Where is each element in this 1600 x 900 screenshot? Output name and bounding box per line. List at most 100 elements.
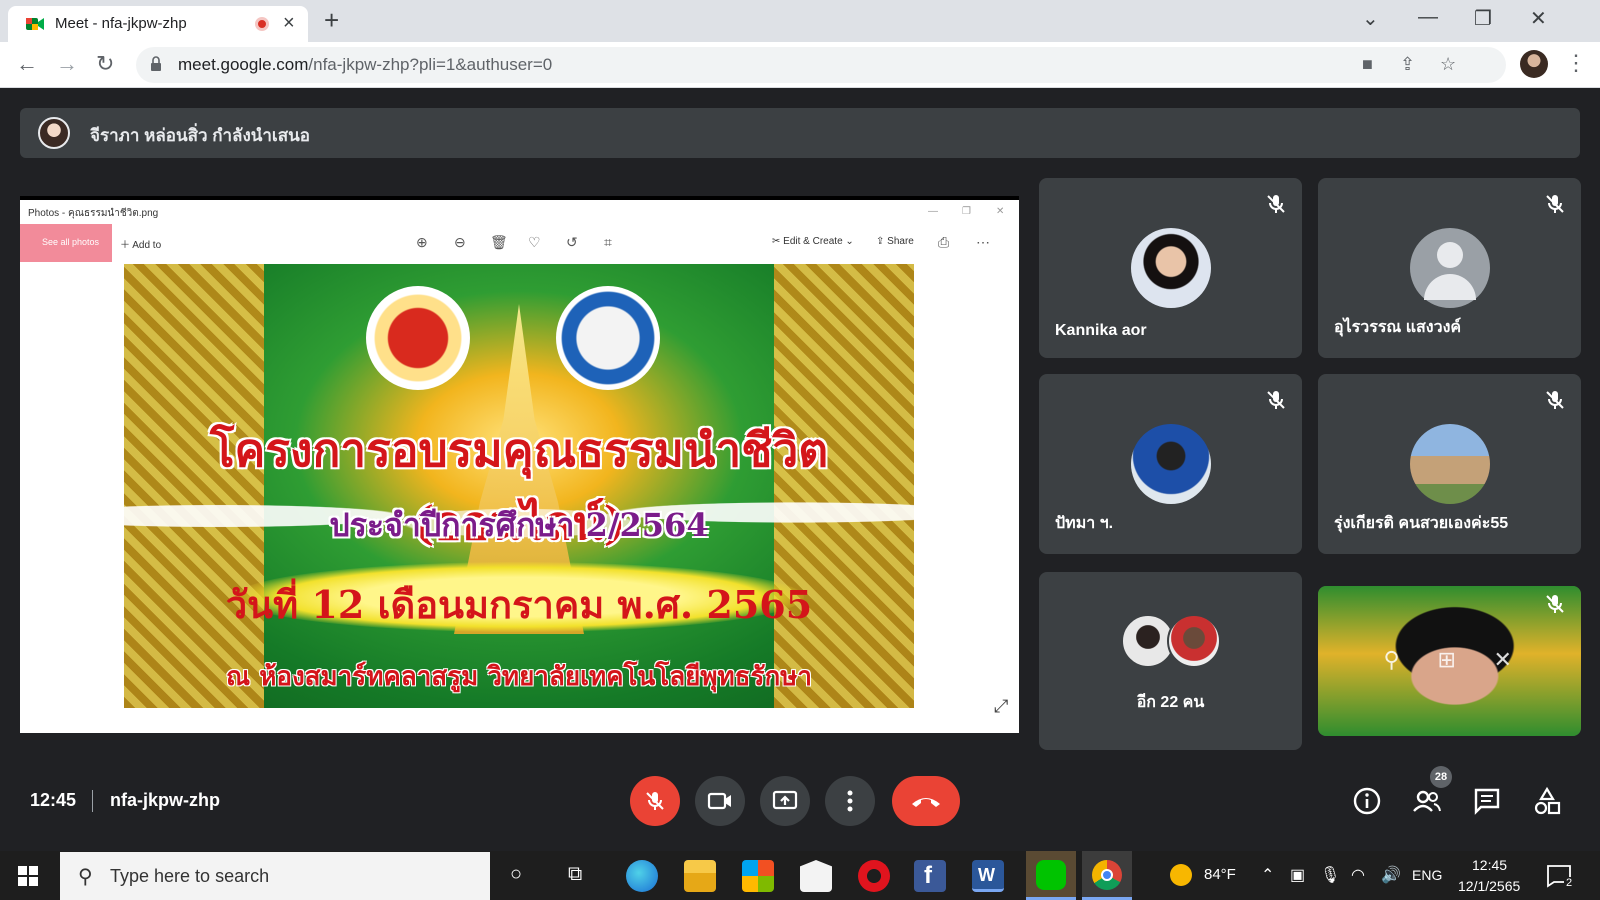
mail-icon[interactable]: [800, 860, 832, 892]
participant-tile[interactable]: ปัทมา ฯ.: [1039, 374, 1302, 554]
reload-button[interactable]: ↻: [96, 51, 114, 77]
meeting-code: nfa-jkpw-zhp: [110, 790, 220, 810]
volume-icon[interactable]: 🔊: [1381, 865, 1401, 885]
share-page-icon[interactable]: ⇪: [1400, 54, 1415, 75]
future-thai-professional-logo: [366, 286, 470, 390]
clock-time[interactable]: 12:45: [1472, 857, 1507, 873]
participant-tile[interactable]: Kannika aor: [1039, 178, 1302, 358]
show-hidden-icons-chevron-icon[interactable]: ⌃: [1261, 865, 1274, 885]
forward-button[interactable]: →: [56, 51, 78, 77]
more-options-button[interactable]: [825, 776, 875, 826]
task-view-icon[interactable]: ⧉: [568, 863, 582, 886]
event-banner-image: โครงการอบรมคุณธรรมนำชีวิต (ออนไลน์) ประจ…: [124, 264, 914, 708]
mic-toggle-button[interactable]: [630, 776, 680, 826]
mic-off-icon: [1546, 391, 1564, 409]
tab-title: Meet - nfa-jkpw-zhp: [55, 15, 187, 32]
video-camera-icon: [707, 792, 731, 810]
wifi-icon[interactable]: ◠: [1351, 865, 1365, 885]
layout-tile-icon[interactable]: ⊞: [1438, 647, 1456, 673]
crop-icon: ⌗: [604, 234, 612, 250]
device-icon[interactable]: ▣: [1290, 865, 1305, 885]
favorite-heart-icon: ♡: [528, 234, 541, 250]
chrome-app-button[interactable]: [1082, 851, 1132, 900]
back-button[interactable]: ←: [16, 51, 38, 77]
see-all-photos-button: See all photos: [20, 224, 112, 262]
tab-search-chevron-icon[interactable]: ⌄: [1362, 6, 1379, 31]
camera-toggle-button[interactable]: [695, 776, 745, 826]
participant-name: ปัทมา ฯ.: [1055, 515, 1114, 532]
more-participants-label: อีก 22 คน: [1136, 694, 1205, 711]
present-screen-icon: [772, 790, 798, 810]
profile-avatar[interactable]: [1520, 50, 1548, 78]
pin-icon[interactable]: ⚲: [1384, 647, 1400, 673]
divider: [92, 790, 93, 812]
photos-restore-icon: ❐: [962, 206, 971, 217]
restore-button[interactable]: ❐: [1474, 6, 1492, 31]
remove-tile-icon[interactable]: ✕: [1494, 647, 1512, 673]
weather-temperature[interactable]: 84°F: [1204, 866, 1236, 883]
photos-minimize-icon: —: [928, 206, 938, 217]
url-text: meet.google.com/nfa-jkpw-zhp?pli=1&authu…: [178, 55, 553, 74]
people-icon[interactable]: [1412, 786, 1442, 816]
browser-tab-meet[interactable]: Meet - nfa-jkpw-zhp ×: [8, 6, 308, 42]
weather-sun-icon[interactable]: [1170, 864, 1192, 886]
clock-date[interactable]: 12/1/2565: [1458, 878, 1520, 894]
cortana-icon[interactable]: ○: [510, 863, 522, 886]
photos-close-icon: ✕: [996, 206, 1005, 217]
chat-icon[interactable]: [1472, 786, 1502, 816]
opera-icon[interactable]: [858, 860, 890, 892]
new-tab-button[interactable]: +: [324, 5, 339, 36]
banner-date: วันที่ 12 เดือนมกราคม พ.ศ. 2565: [225, 582, 813, 627]
word-icon[interactable]: W: [972, 860, 1004, 892]
edge-icon[interactable]: [626, 860, 658, 892]
file-explorer-icon[interactable]: [684, 860, 716, 892]
mic-off-icon: [1267, 391, 1285, 409]
meeting-details-info-icon[interactable]: [1352, 786, 1382, 816]
leave-call-button[interactable]: [892, 776, 960, 826]
bookmark-star-icon[interactable]: ☆: [1440, 54, 1456, 75]
windows-start-icon[interactable]: [18, 866, 38, 886]
activities-icon[interactable]: [1532, 786, 1562, 816]
more-participants-tile[interactable]: อีก 22 คน: [1039, 572, 1302, 750]
input-language[interactable]: ENG: [1412, 867, 1442, 883]
lock-icon: [151, 56, 161, 71]
rotate-icon: ↺: [566, 234, 578, 250]
presenting-text: จีราภา หล่อนสิ่ว กำลังนำเสนอ: [90, 126, 310, 145]
avatar: [1167, 614, 1221, 668]
windows-taskbar: ⚲ Type here to search ○ ⧉ f W 84°F ⌃ ▣ 🎙…: [0, 851, 1600, 900]
avatar: [1130, 228, 1211, 308]
participant-tile[interactable]: รุ่งเกียรติ คนสวยเองค่ะ55: [1318, 374, 1581, 554]
browser-toolbar: ← → ↻ meet.google.com/nfa-jkpw-zhp?pli=1…: [0, 42, 1600, 88]
browser-menu-icon[interactable]: ⋮: [1565, 50, 1587, 76]
camera-in-use-icon[interactable]: ■: [1362, 54, 1373, 75]
presenting-banner: จีราภา หล่อนสิ่ว กำลังนำเสนอ: [20, 108, 1580, 158]
add-to-button: ＋ Add to: [120, 240, 162, 251]
close-tab-icon[interactable]: ×: [283, 12, 295, 35]
line-app-button[interactable]: [1026, 851, 1076, 900]
minimize-button[interactable]: —: [1418, 6, 1438, 29]
mic-off-icon: [1267, 195, 1285, 213]
shared-screen: Photos - คุณธรรมนำชีวิต.png — ❐ ✕ See al…: [20, 196, 1019, 733]
more-options-icon: ⋯: [976, 234, 990, 250]
line-icon: [1036, 860, 1066, 890]
meet-favicon-icon: [26, 18, 44, 30]
expand-icon: ⤢: [994, 696, 1009, 716]
taskbar-search-input[interactable]: ⚲ Type here to search: [60, 852, 490, 900]
banner-place: ณ ห้องสมาร์ทคลาสรูม วิทยาลัยเทคโนโลยีพุท…: [226, 662, 812, 692]
presenter-avatar: [38, 117, 70, 149]
more-vert-icon: [847, 790, 853, 812]
close-window-button[interactable]: ✕: [1530, 6, 1547, 31]
people-count-badge: 28: [1430, 766, 1452, 788]
self-view-tile[interactable]: ⚲ ⊞ ✕: [1318, 586, 1581, 736]
microsoft-store-icon[interactable]: [742, 860, 774, 892]
meeting-time: 12:45: [30, 790, 77, 810]
present-screen-button[interactable]: [760, 776, 810, 826]
participant-tile[interactable]: อุไรวรรณ แสงวงค์: [1318, 178, 1581, 358]
search-placeholder: Type here to search: [110, 866, 270, 886]
share-button: ⇪ Share: [876, 236, 914, 247]
address-bar[interactable]: meet.google.com/nfa-jkpw-zhp?pli=1&authu…: [136, 47, 1506, 83]
facebook-icon[interactable]: f: [914, 860, 946, 892]
default-person-avatar: [1409, 228, 1490, 308]
microphone-in-use-icon[interactable]: 🎙: [1320, 865, 1340, 885]
participant-name: รุ่งเกียรติ คนสวยเองค่ะ55: [1334, 515, 1509, 532]
